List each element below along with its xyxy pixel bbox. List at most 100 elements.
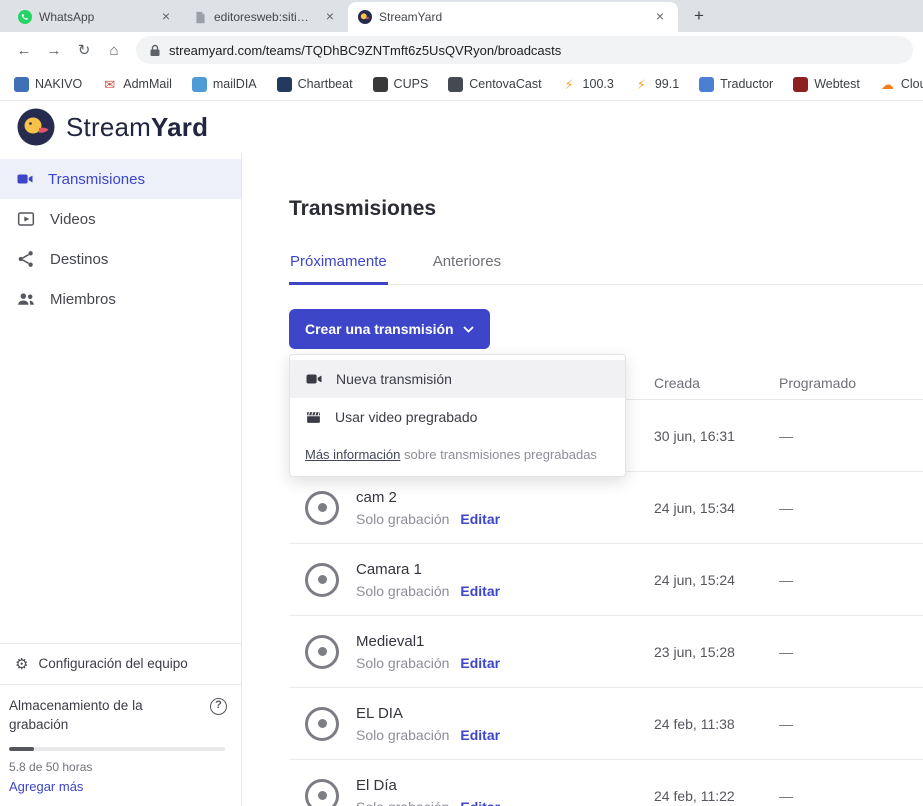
broadcast-title: Camara 1 (356, 561, 500, 578)
bookmark-label: CUPS (394, 77, 429, 91)
cloudflare-icon: ☁ (880, 77, 895, 92)
record-icon (305, 563, 339, 597)
bookmark-traductor[interactable]: Traductor (699, 77, 773, 92)
close-tab-icon[interactable]: × (322, 9, 338, 25)
share-icon (16, 249, 36, 269)
created-cell: 24 feb, 11:38 (654, 716, 735, 732)
edit-link[interactable]: Editar (460, 511, 500, 527)
bookmark-admmail[interactable]: ✉ AdmMail (102, 77, 172, 92)
camera-icon (16, 170, 34, 188)
bookmark-label: NAKIVO (35, 77, 82, 91)
more-info-link[interactable]: Más información (305, 447, 400, 462)
page-favicon-icon (194, 11, 207, 24)
help-icon[interactable]: ? (210, 698, 227, 715)
edit-link[interactable]: Editar (460, 655, 500, 671)
browser-tab-whatsapp[interactable]: WhatsApp × (8, 2, 184, 32)
chevron-down-icon (463, 326, 474, 333)
bookmark-chartbeat[interactable]: Chartbeat (277, 77, 353, 92)
bookmark-cups[interactable]: CUPS (373, 77, 429, 92)
scheduled-cell: — (779, 572, 793, 588)
broadcast-type: Solo grabación (356, 511, 449, 527)
broadcast-title: EL DIA (356, 705, 500, 722)
tab-strip: WhatsApp × editoresweb:sitioweb:eldia.co… (0, 0, 923, 32)
broadcast-title: El Día (356, 777, 500, 794)
dropdown-menu-item[interactable]: Nueva transmisión (290, 360, 625, 398)
add-more-link[interactable]: Agregar más (9, 779, 83, 794)
whatsapp-favicon-icon (18, 10, 32, 24)
record-icon (305, 635, 339, 669)
broadcast-type: Solo grabación (356, 655, 449, 671)
created-cell: 30 jun, 16:31 (654, 428, 735, 444)
dropdown-menu-item[interactable]: Usar video pregrabado (290, 398, 625, 436)
bookmark-label: 99.1 (655, 77, 679, 91)
main-content: Transmisiones PróximamenteAnteriores Cre… (242, 153, 923, 806)
sidebar-item-label: Destinos (50, 251, 108, 268)
home-button[interactable]: ⌂ (100, 36, 128, 64)
column-scheduled: Programado (779, 375, 856, 391)
broadcast-title: Medieval1 (356, 633, 500, 650)
bookmark-100.3[interactable]: ⚡ 100.3 (562, 77, 614, 92)
forward-button[interactable]: → (40, 36, 68, 64)
close-tab-icon[interactable]: × (652, 9, 668, 25)
bookmark-centovacast[interactable]: CentovaCast (448, 77, 541, 92)
sidebar-item-team-settings[interactable]: ⚙ Configuración del equipo (0, 643, 241, 684)
edit-link[interactable]: Editar (460, 583, 500, 599)
broadcast-type: Solo grabación (356, 727, 449, 743)
broadcast-row: cam 2 Solo grabación Editar 24 jun, 15:3… (289, 472, 923, 544)
bookmark-99.1[interactable]: ⚡ 99.1 (634, 77, 679, 92)
scheduled-cell: — (779, 716, 793, 732)
nakivo-icon (14, 77, 29, 92)
scheduled-cell: — (779, 788, 793, 804)
sidebar-item-label: Miembros (50, 291, 116, 308)
bookmark-nakivo[interactable]: NAKIVO (14, 77, 82, 92)
created-cell: 23 jun, 15:28 (654, 644, 735, 660)
sidebar-item-videos[interactable]: Videos (0, 199, 241, 239)
sidebar-item-label: Transmisiones (48, 171, 145, 188)
back-button[interactable]: ← (10, 36, 38, 64)
bookmark-maildia[interactable]: mailDIA (192, 77, 257, 92)
new-tab-button[interactable]: + (686, 3, 712, 29)
sidebar-nav: Transmisiones Videos Destinos Miembros (0, 159, 241, 319)
sidebar-item-destinos[interactable]: Destinos (0, 239, 241, 279)
storage-panel: Almacenamiento de la grabación ? 5.8 de … (0, 684, 241, 806)
broadcast-row: Camara 1 Solo grabación Editar 24 jun, 1… (289, 544, 923, 616)
sidebar: Transmisiones Videos Destinos Miembros ⚙… (0, 153, 242, 806)
close-tab-icon[interactable]: × (158, 9, 174, 25)
sidebar-item-miembros[interactable]: Miembros (0, 279, 241, 319)
broadcast-row: El Día Solo grabación Editar 24 feb, 11:… (289, 760, 923, 806)
broadcast-type: Solo grabación (356, 583, 449, 599)
scheduled-cell: — (779, 500, 793, 516)
tab-próximamente[interactable]: Próximamente (289, 253, 388, 285)
edit-link[interactable]: Editar (460, 799, 500, 806)
column-created: Creada (654, 375, 700, 391)
bookmark-label: Traductor (720, 77, 773, 91)
url-field[interactable]: streamyard.com/teams/TQDhBC9ZNTmft6z5UsQ… (136, 36, 913, 64)
tab-title: WhatsApp (39, 10, 151, 24)
created-cell: 24 feb, 11:22 (654, 788, 735, 804)
webtest-icon (793, 77, 808, 92)
bookmark-cloudflare[interactable]: ☁ CloudFlare (880, 77, 923, 92)
traductor-icon (699, 77, 714, 92)
sidebar-item-transmisiones[interactable]: Transmisiones (0, 159, 241, 199)
browser-tab-page[interactable]: editoresweb:sitioweb:eldia.co × (184, 2, 348, 32)
address-bar: ← → ↻ ⌂ streamyard.com/teams/TQDhBC9ZNTm… (0, 32, 923, 68)
storage-usage-text: 5.8 de 50 horas (9, 760, 227, 774)
record-icon (305, 779, 339, 806)
maildia-icon (192, 77, 207, 92)
scheduled-cell: — (779, 644, 793, 660)
create-broadcast-button[interactable]: Crear una transmisión (289, 309, 490, 349)
edit-link[interactable]: Editar (460, 727, 500, 743)
reload-button[interactable]: ↻ (70, 36, 98, 64)
broadcast-type: Solo grabación (356, 799, 449, 806)
brand-wordmark: StreamYard (66, 112, 208, 143)
browser-tab-streamyard[interactable]: StreamYard × (348, 2, 678, 32)
bookmark-webtest[interactable]: Webtest (793, 77, 860, 92)
browser-window: WhatsApp × editoresweb:sitioweb:eldia.co… (0, 0, 923, 101)
tab-anteriores[interactable]: Anteriores (432, 253, 502, 285)
created-cell: 24 jun, 15:34 (654, 500, 735, 516)
videos-icon (16, 209, 36, 229)
bookmark-label: CentovaCast (469, 77, 541, 91)
bookmark-label: AdmMail (123, 77, 172, 91)
bookmarks-bar: NAKIVO ✉ AdmMail mailDIA Chartbeat CUPS … (0, 68, 923, 101)
radio-99-icon: ⚡ (634, 77, 649, 92)
